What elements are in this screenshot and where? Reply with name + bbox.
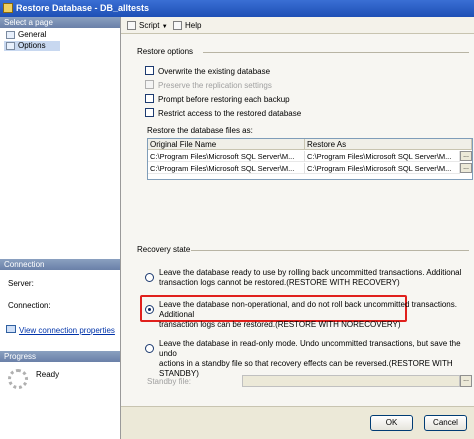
standby-browse-button[interactable]: ... [460,375,472,387]
norecovery-line2: transaction logs can be restored.(RESTOR… [159,320,401,329]
progress-spinner-icon [8,369,28,389]
restrict-access-label: Restrict access to the restored database [158,109,302,118]
help-icon [173,21,182,30]
overwrite-checkbox[interactable] [145,66,154,75]
browse-button[interactable]: ... [460,163,472,173]
chevron-down-icon: ▼ [161,24,168,30]
standby-file-input[interactable] [242,375,460,387]
help-button-label: Help [185,21,202,30]
recovery-state-header: Recovery state [137,245,191,254]
column-header-restore-as: Restore As [305,139,472,150]
database-icon [3,3,13,13]
restore-files-table: Original File Name Restore As C:\Program… [147,138,473,180]
cancel-button[interactable]: Cancel [424,415,467,431]
title-bar: Restore Database - DB_alltests [0,0,474,17]
table-cell-restore-as[interactable]: C:\Program Files\Microsoft SQL Server\M.… [305,151,460,162]
select-page-header: Select a page [0,17,120,28]
page-icon [6,42,15,50]
norecovery-radio[interactable] [145,305,154,314]
recovery-option-text: Leave the database ready to use by rolli… [159,268,461,288]
progress-status: Ready [36,370,60,379]
browse-button[interactable]: ... [460,151,472,161]
restore-options-header: Restore options [137,47,194,56]
norecovery-line1: Leave the database non-operational, and … [159,300,457,319]
recovery-line2: transaction logs cannot be restored.(RES… [159,278,400,287]
column-header-original: Original File Name [148,139,305,150]
view-connection-properties-link[interactable]: View connection properties [19,326,115,335]
script-icon [127,21,136,30]
standby-line1: Leave the database in read-only mode. Un… [159,339,461,358]
script-button-label: Script [139,21,160,30]
window-title: Restore Database - DB_alltests [16,3,150,13]
restrict-access-checkbox[interactable] [145,108,154,117]
connection-label: Connection: [8,301,51,310]
page-icon [6,31,15,39]
standby-option-text: Leave the database in read-only mode. Un… [159,339,474,379]
toolbar: Script ▼ Help [121,17,474,34]
left-pane: Select a page General Options Connection… [0,17,121,439]
server-label: Server: [8,279,34,288]
table-cell-original: C:\Program Files\Microsoft SQL Server\M.… [148,163,305,174]
sidebar-item-label: General [18,30,47,39]
prompt-label: Prompt before restoring each backup [158,95,290,104]
recovery-line1: Leave the database ready to use by rolli… [159,268,462,277]
prompt-checkbox[interactable] [145,94,154,103]
preserve-replication-label: Preserve the replication settings [158,81,272,90]
standby-radio[interactable] [145,344,154,353]
script-button[interactable]: Script ▼ [127,20,168,31]
sidebar-item-general[interactable]: General [4,30,118,40]
connection-header: Connection [0,259,120,270]
restore-files-label: Restore the database files as: [147,126,253,135]
ok-button[interactable]: OK [370,415,413,431]
help-button[interactable]: Help [173,20,201,31]
table-cell-original: C:\Program Files\Microsoft SQL Server\M.… [148,151,305,162]
recovery-radio[interactable] [145,273,154,282]
norecovery-option-text: Leave the database non-operational, and … [159,300,474,330]
divider [191,250,469,251]
divider [203,52,469,53]
standby-file-label: Standby file: [147,377,192,386]
sidebar-item-options[interactable]: Options [4,41,60,51]
preserve-replication-checkbox[interactable] [145,80,154,89]
table-cell-restore-as[interactable]: C:\Program Files\Microsoft SQL Server\M.… [305,163,460,174]
progress-header: Progress [0,351,120,362]
connection-properties-icon [6,325,16,333]
overwrite-label: Overwrite the existing database [158,67,271,76]
sidebar-item-label: Options [18,41,46,50]
button-bar [121,406,474,439]
